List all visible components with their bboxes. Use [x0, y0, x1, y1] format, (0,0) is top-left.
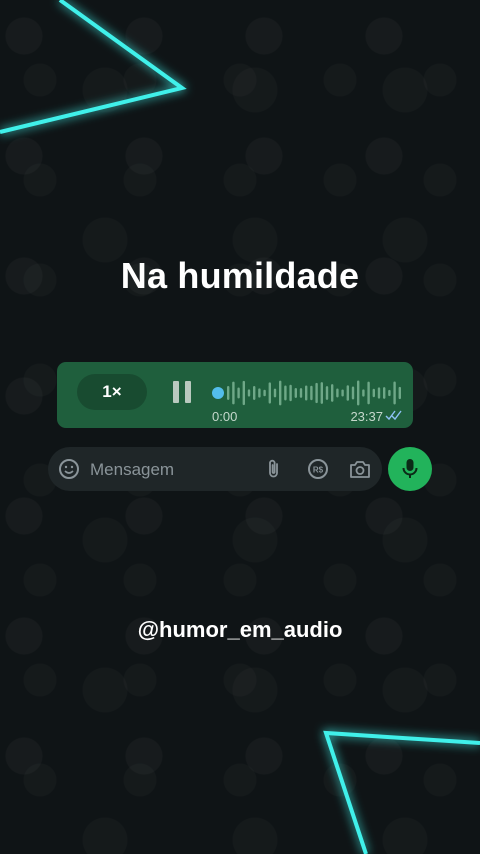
waveform-bar — [268, 382, 271, 404]
page-title: Na humildade — [120, 255, 360, 296]
record-voice-button[interactable] — [388, 447, 432, 491]
waveform-bar — [310, 385, 313, 401]
waveform-bar — [253, 386, 256, 400]
message-composer[interactable]: Mensagem R$ — [48, 447, 382, 491]
camera-icon[interactable] — [349, 459, 371, 479]
waveform-bar — [383, 387, 386, 399]
waveform-bar — [336, 388, 339, 398]
waveform-bar — [362, 389, 365, 397]
waveform-bar — [258, 388, 261, 398]
waveform-bar — [237, 387, 240, 399]
waveform-bar — [247, 389, 251, 397]
pause-icon[interactable] — [170, 380, 194, 404]
waveform-bar — [232, 381, 235, 405]
waveform-bar — [367, 381, 370, 405]
waveform-bar — [377, 387, 381, 399]
audio-waveform[interactable] — [211, 378, 401, 408]
waveform-bar — [294, 388, 297, 398]
waveform-bar — [351, 386, 355, 400]
microphone-icon — [402, 459, 418, 478]
waveform-bar — [315, 382, 318, 404]
message-timestamp: 23:37 — [350, 409, 383, 424]
payment-icon[interactable]: R$ — [307, 458, 329, 480]
author-handle: @humor_em_audio — [137, 617, 343, 642]
waveform-bar — [388, 389, 391, 397]
playback-knob[interactable] — [212, 387, 224, 399]
waveform-bar — [331, 384, 334, 402]
waveform-bar — [372, 388, 375, 398]
waveform-bar — [227, 386, 230, 400]
waveform-bar — [398, 386, 401, 400]
waveform-bar — [346, 385, 349, 401]
double-check-icon — [385, 410, 402, 421]
waveform-bar — [341, 389, 344, 397]
waveform-bar — [299, 388, 303, 398]
waveform-bar — [242, 380, 245, 406]
waveform-bar — [273, 388, 277, 398]
svg-text:R$: R$ — [313, 466, 324, 475]
waveform-bar — [320, 382, 323, 404]
voice-message-bubble[interactable]: 1× 0:00 23:37 — [57, 362, 413, 428]
waveform-bar — [357, 380, 360, 406]
waveform-bar — [305, 385, 308, 401]
waveform-bar — [325, 386, 329, 400]
waveform-bar — [393, 381, 396, 405]
attach-icon[interactable] — [264, 458, 284, 480]
waveform-bar — [284, 385, 287, 401]
sticker-icon[interactable] — [58, 458, 80, 480]
elapsed-time: 0:00 — [212, 409, 238, 424]
waveform-bar — [289, 384, 292, 402]
playback-speed-button[interactable]: 1× — [77, 374, 147, 410]
message-input[interactable]: Mensagem — [90, 460, 174, 480]
waveform-bar — [279, 380, 282, 406]
waveform-bar — [263, 389, 266, 397]
